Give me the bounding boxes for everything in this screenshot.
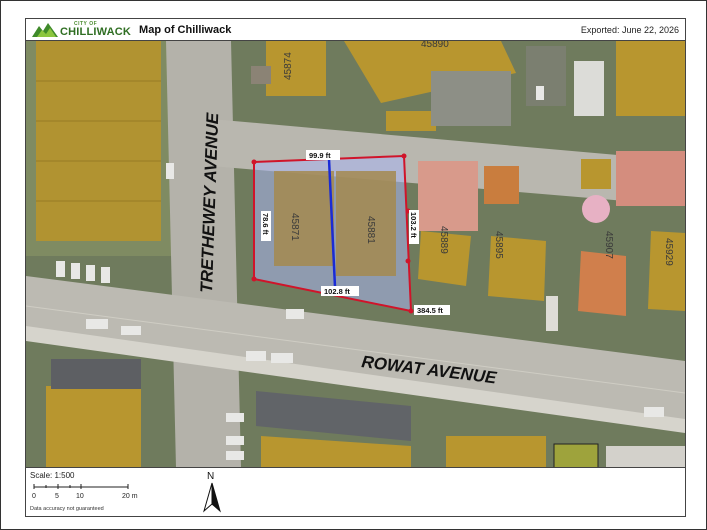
- address-label: 45929: [663, 238, 674, 266]
- address-label: 45895: [493, 231, 504, 259]
- north-arrow-icon: N: [203, 471, 221, 513]
- building: [446, 436, 546, 468]
- map-frame: CITY OF CHILLIWACK Map of Chilliwack Exp…: [0, 0, 707, 530]
- address-label: 45874: [283, 52, 294, 80]
- map-title: Map of Chilliwack: [139, 24, 232, 36]
- building: [578, 251, 626, 316]
- address-label: 45881: [365, 216, 376, 244]
- aerial-map[interactable]: 99.9 ft 78.6 ft 103.2 ft 102.8 ft 384.5 …: [26, 41, 685, 468]
- measure-left: 78.6 ft: [261, 213, 270, 235]
- tree: [582, 195, 610, 223]
- north-label: N: [207, 471, 214, 482]
- footer: Scale: 1:500 0 5 10 20 m Data accuracy n…: [25, 467, 686, 517]
- scale-tick: 10: [76, 493, 84, 500]
- building: [46, 386, 141, 468]
- export-date: Exported: June 22, 2026: [580, 25, 679, 35]
- scale-label: Scale: 1:500: [30, 471, 75, 480]
- city-logo: CITY OF CHILLIWACK: [32, 22, 131, 38]
- scale-tick: 5: [55, 493, 59, 500]
- building: [616, 41, 685, 116]
- address-label: 45907: [603, 231, 614, 259]
- disclaimer: Data accuracy not guaranteed: [30, 506, 104, 512]
- measure-top: 99.9 ft: [309, 151, 331, 160]
- scale-bar: 0 5 10 20 m: [32, 484, 138, 500]
- address-label: 45871: [289, 213, 300, 241]
- measure-bottom: 102.8 ft: [324, 287, 350, 296]
- mountain-logo-icon: [32, 23, 58, 37]
- address-label: 45890: [421, 41, 449, 50]
- building: [266, 41, 326, 96]
- scale-tick: 0: [32, 493, 36, 500]
- scale-tick: 20 m: [122, 493, 138, 500]
- measure-right: 103.2 ft: [409, 212, 418, 238]
- map-view[interactable]: 99.9 ft 78.6 ft 103.2 ft 102.8 ft 384.5 …: [25, 40, 686, 469]
- address-label: 45889: [438, 226, 449, 254]
- building: [36, 41, 161, 241]
- header: CITY OF CHILLIWACK Map of Chilliwack Exp…: [25, 18, 686, 41]
- measure-perimeter: 384.5 ft: [417, 306, 443, 315]
- parcel-building: [274, 171, 334, 266]
- logo-big-text: CHILLIWACK: [60, 26, 132, 38]
